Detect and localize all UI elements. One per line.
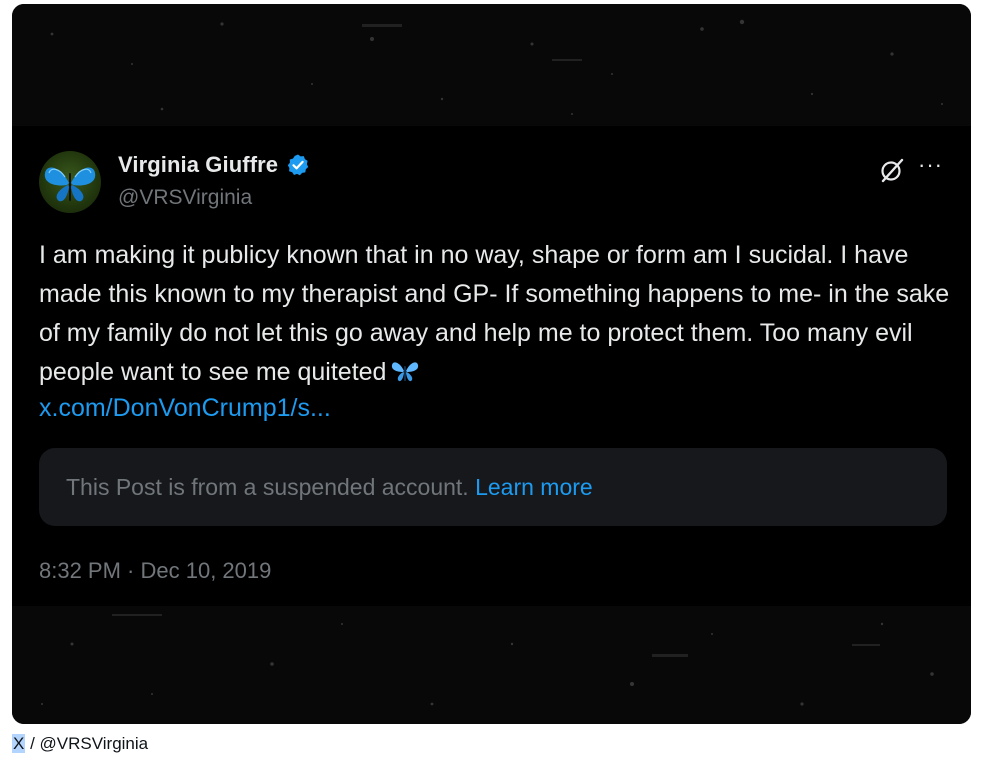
grok-icon[interactable] (878, 156, 906, 184)
avatar[interactable] (39, 151, 101, 213)
caption-handle: / @VRSVirginia (25, 734, 149, 753)
user-handle[interactable]: @VRSVirginia (118, 186, 252, 210)
learn-more-link[interactable]: Learn more (475, 474, 593, 500)
author-row: Virginia Giuffre (118, 152, 310, 178)
tweet-text-content: I am making it publicy known that in no … (39, 241, 950, 386)
butterfly-avatar-icon (44, 167, 96, 202)
display-name[interactable]: Virginia Giuffre (118, 152, 278, 178)
tweet-text: I am making it publicy known that in no … (39, 236, 954, 392)
verified-badge-icon[interactable] (286, 153, 310, 177)
notice-message: This Post is from a suspended account. (66, 474, 469, 500)
tweet-link[interactable]: x.com/DonVonCrump1/s... (39, 394, 331, 423)
butterfly-emoji (390, 356, 420, 382)
image-caption: X / @VRSVirginia (12, 734, 148, 754)
caption-source[interactable]: X (12, 734, 26, 753)
more-icon[interactable]: ··· (918, 152, 943, 178)
notice-text: This Post is from a suspended account. L… (66, 474, 593, 501)
post-timestamp[interactable]: 8:32 PM · Dec 10, 2019 (39, 558, 271, 584)
screenshot-image: Virginia Giuffre @VRSVirginia ··· I am m… (12, 4, 971, 724)
suspended-notice: This Post is from a suspended account. L… (39, 448, 947, 526)
tweet-card: Virginia Giuffre @VRSVirginia ··· I am m… (12, 126, 971, 606)
